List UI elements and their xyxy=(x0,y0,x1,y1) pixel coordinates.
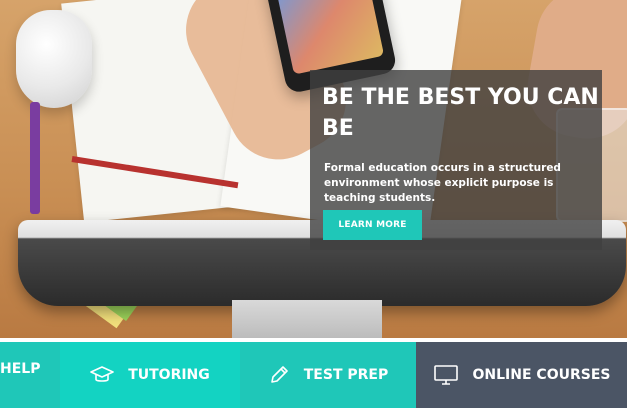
learn-more-button[interactable]: LEARN MORE xyxy=(323,210,422,240)
pen xyxy=(30,102,40,214)
computer-mouse xyxy=(16,10,92,108)
service-tile-test-prep[interactable]: TEST PREP xyxy=(240,342,416,408)
service-tile-online-courses[interactable]: ONLINE COURSES xyxy=(416,342,627,408)
hero-title: BE THE BEST YOU CAN BE xyxy=(322,85,599,141)
hero-description: Formal education occurs in a structured … xyxy=(324,162,561,204)
service-tile-tutoring[interactable]: TUTORING xyxy=(60,342,240,408)
service-label-online-courses: ONLINE COURSES xyxy=(472,367,611,383)
graduation-cap-icon xyxy=(90,365,115,385)
service-tile-help[interactable]: HELP xyxy=(0,342,60,408)
service-label-tutoring: TUTORING xyxy=(128,367,210,383)
phone-screen xyxy=(275,0,385,75)
service-label-help: HELP xyxy=(0,361,41,377)
monitor-icon xyxy=(433,364,459,386)
monitor-stand xyxy=(232,300,382,338)
service-label-test-prep: TEST PREP xyxy=(303,367,389,383)
pencil-icon xyxy=(268,364,290,386)
